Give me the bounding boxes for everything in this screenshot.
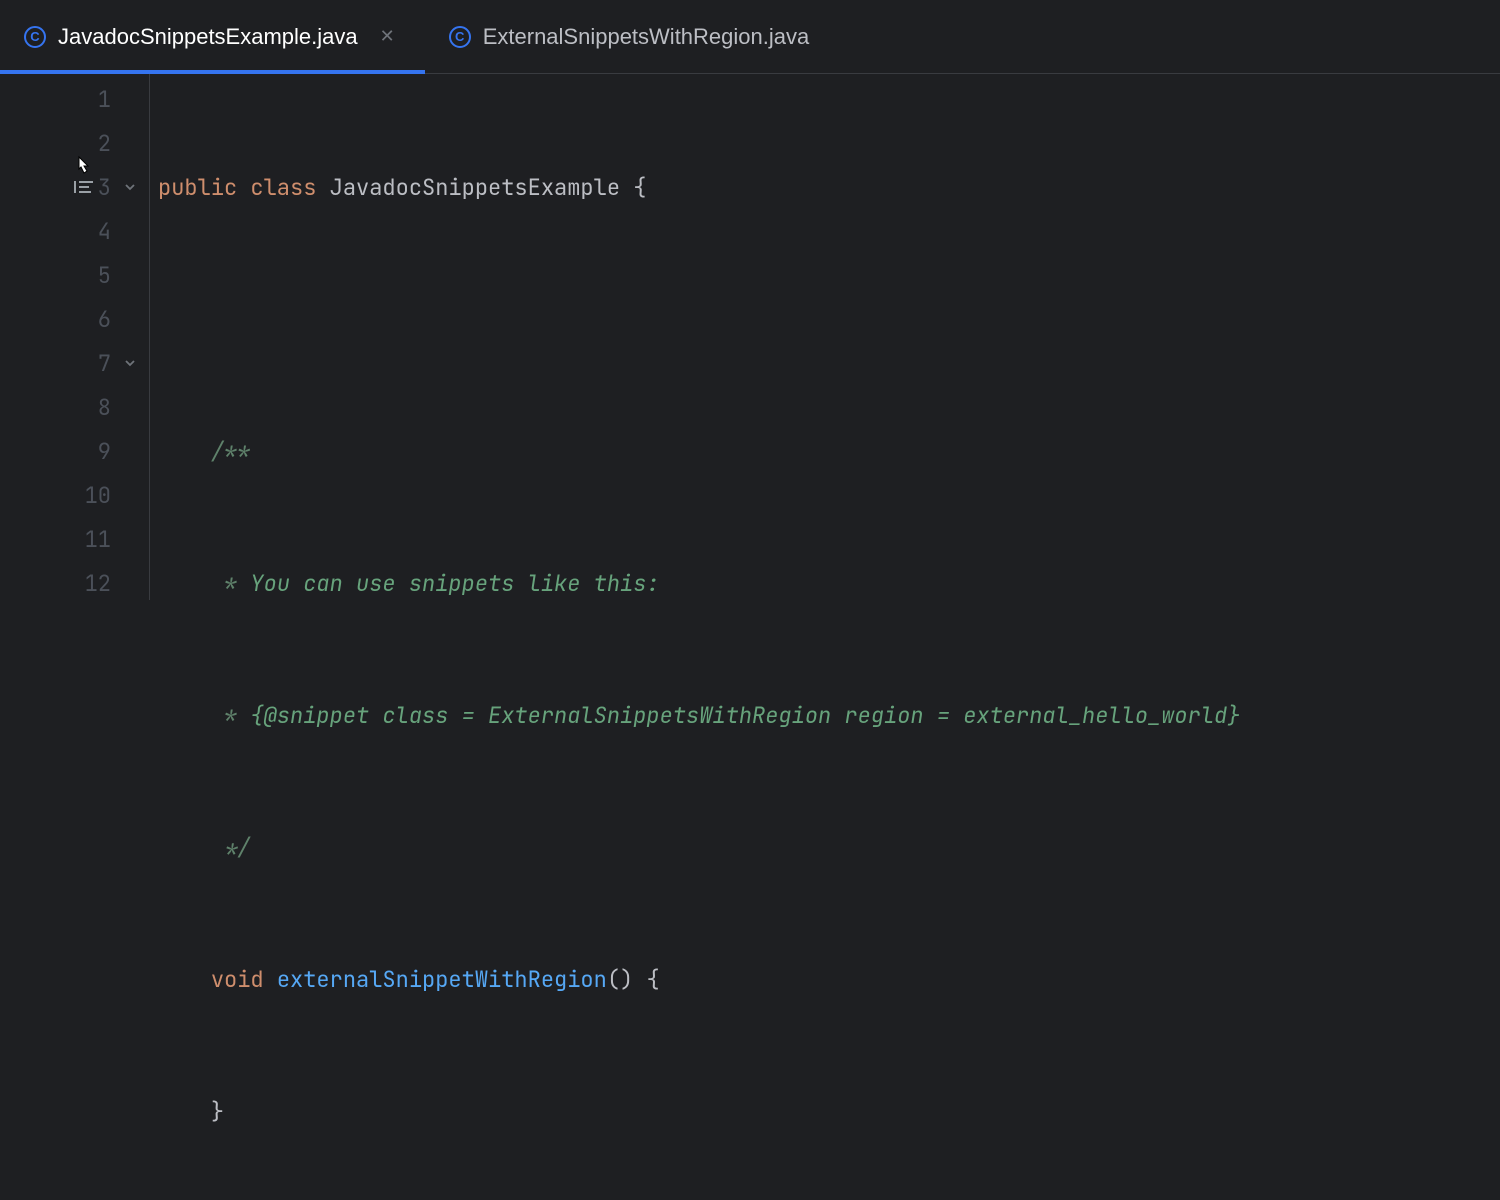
code-line: /**	[156, 430, 1500, 474]
tab-external-snippets-with-region[interactable]: C ExternalSnippetsWithRegion.java	[425, 0, 834, 73]
tab-label: ExternalSnippetsWithRegion.java	[483, 24, 810, 50]
code-editor[interactable]: public class JavadocSnippetsExample { /*…	[150, 74, 1500, 600]
gutter-row[interactable]: 2	[0, 122, 149, 166]
tab-label: JavadocSnippetsExample.java	[58, 24, 358, 50]
code-line: void externalSnippetWithRegion() {	[156, 958, 1500, 1002]
gutter-row[interactable]: 3	[0, 166, 149, 210]
code-line: */	[156, 826, 1500, 870]
line-number: 12	[81, 562, 111, 606]
line-number: 4	[81, 210, 111, 254]
editor-tabs: C JavadocSnippetsExample.java ✕ C Extern…	[0, 0, 1500, 74]
gutter-row[interactable]: 7	[0, 342, 149, 386]
gutter-row[interactable]: 11	[0, 518, 149, 562]
gutter-row[interactable]: 4	[0, 210, 149, 254]
java-class-icon: C	[449, 26, 471, 48]
fold-icon[interactable]	[121, 166, 139, 210]
line-number: 1	[81, 78, 111, 122]
render-doc-icon[interactable]	[74, 166, 94, 210]
tab-javadoc-snippets-example[interactable]: C JavadocSnippetsExample.java ✕	[0, 0, 425, 73]
code-line	[156, 298, 1500, 342]
line-number: 8	[81, 386, 111, 430]
gutter-row[interactable]: 5	[0, 254, 149, 298]
line-number: 10	[81, 474, 111, 518]
close-tab-icon[interactable]: ✕	[374, 24, 401, 49]
line-number: 2	[81, 122, 111, 166]
code-line: }	[156, 1090, 1500, 1134]
code-line: * You can use snippets like this:	[156, 562, 1500, 606]
gutter-row[interactable]: 8	[0, 386, 149, 430]
editor-area: 1 2 3 4 5 6 7	[0, 74, 1500, 600]
gutter-row[interactable]: 10	[0, 474, 149, 518]
code-line: public class JavadocSnippetsExample {	[156, 166, 1500, 210]
line-number: 9	[81, 430, 111, 474]
gutter: 1 2 3 4 5 6 7	[0, 74, 150, 600]
gutter-row[interactable]: 9	[0, 430, 149, 474]
line-number: 6	[81, 298, 111, 342]
code-line: * {@snippet class = ExternalSnippetsWith…	[156, 694, 1500, 738]
gutter-row[interactable]: 6	[0, 298, 149, 342]
java-class-icon: C	[24, 26, 46, 48]
line-number: 11	[81, 518, 111, 562]
line-number: 7	[81, 342, 111, 386]
line-number: 5	[81, 254, 111, 298]
fold-icon[interactable]	[121, 342, 139, 386]
gutter-row[interactable]: 1	[0, 78, 149, 122]
gutter-row[interactable]: 12	[0, 562, 149, 606]
